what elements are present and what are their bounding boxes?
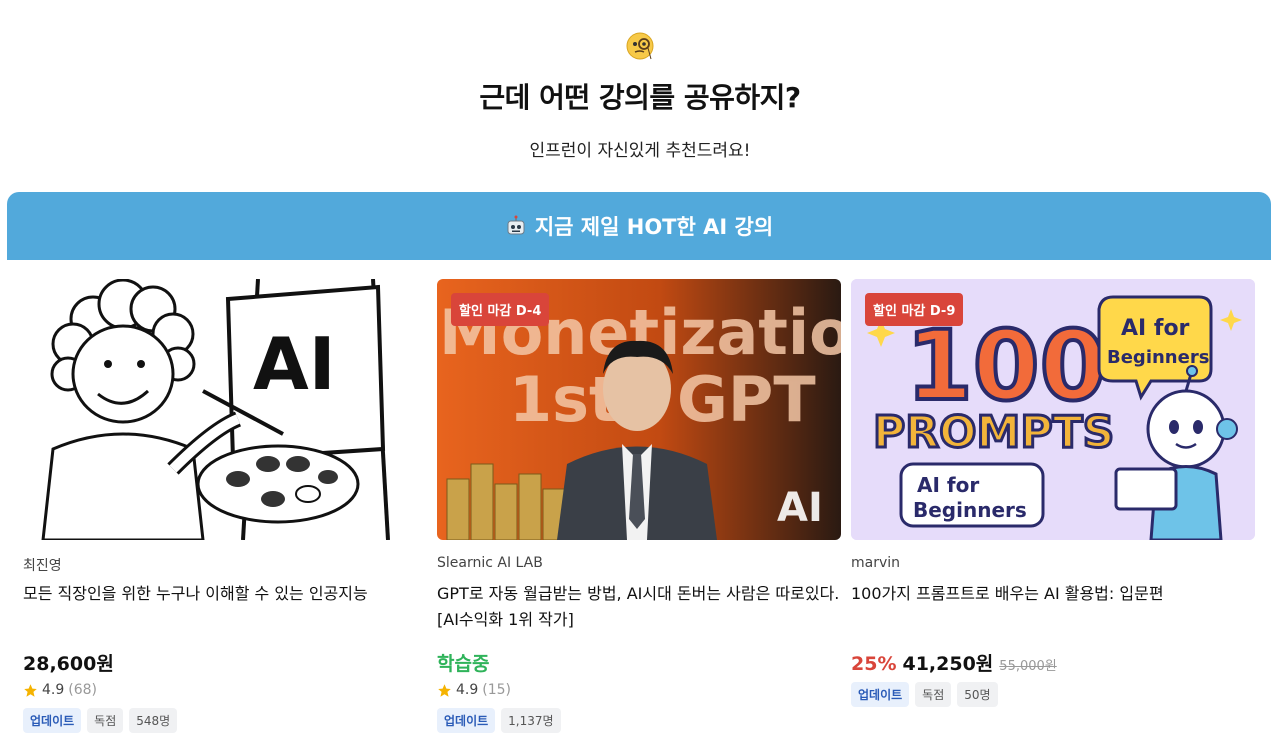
- course-status: 학습중: [437, 653, 490, 675]
- thumb-text-prompts: PROMPTS: [873, 407, 1114, 458]
- tag-students: 50명: [957, 682, 998, 707]
- course-tags: 업데이트 독점 50명: [851, 682, 998, 707]
- star-icon: [24, 683, 37, 697]
- page-subtitle: 인프런이 자신있게 추천드려요!: [529, 141, 751, 161]
- box-text-beginners: Beginners: [913, 498, 1027, 522]
- course-card[interactable]: Monetization 1st GPT AI 할인 마감 D-4 Slearn…: [437, 279, 841, 733]
- discount-deadline-badge: 할인 마감 D-9: [865, 293, 964, 326]
- tag-students: 548명: [129, 708, 178, 733]
- thumb-text-gpt: GPT: [677, 363, 816, 436]
- instructor-name[interactable]: Slearnic AI LAB: [437, 555, 543, 571]
- discount-percent: 25%: [851, 653, 897, 675]
- course-thumbnail[interactable]: Monetization 1st GPT AI 할인 마감 D-4: [437, 279, 841, 540]
- course-card[interactable]: AI 최진영 모든 직장인을 위한 누구나 이해할 수 있는 인공지능 28,6…: [23, 279, 427, 733]
- bubble-text-beginners: Beginners: [1107, 347, 1209, 368]
- course-price: 25% 41,250원 55,000원: [851, 649, 1057, 676]
- sale-price: 41,250원: [902, 653, 994, 675]
- banner-title: 지금 제일 HOT한 AI 강의: [534, 215, 774, 239]
- thumb-text-100: 100: [906, 310, 1106, 422]
- canvas-ai-text: AI: [253, 322, 336, 406]
- thumb-ai-logo: AI: [777, 485, 823, 531]
- tag-update: 업데이트: [851, 682, 910, 707]
- tag-exclusive: 독점: [915, 682, 952, 707]
- robot-icon: [507, 215, 525, 235]
- monocle-face-icon: [626, 32, 654, 60]
- discount-deadline-badge: 할인 마감 D-4: [451, 293, 550, 326]
- ai-painter-illustration: AI: [41, 279, 390, 540]
- review-count: (15): [482, 682, 512, 698]
- tag-exclusive: 독점: [87, 708, 124, 733]
- tag-update: 업데이트: [23, 708, 82, 733]
- section-banner: 지금 제일 HOT한 AI 강의: [7, 192, 1271, 260]
- course-rating: 4.9 (68): [23, 682, 97, 698]
- course-card[interactable]: 100 PROMPTS AI for Beginners AI for Begi…: [851, 279, 1255, 707]
- course-title[interactable]: GPT로 자동 월급받는 방법, AI시대 돈버는 사람은 따로있다. [AI수…: [437, 581, 847, 633]
- course-rating: 4.9 (15): [437, 682, 511, 698]
- tag-students: 1,137명: [501, 708, 561, 733]
- course-tags: 업데이트 1,137명: [437, 708, 561, 733]
- rating-value: 4.9: [42, 682, 65, 698]
- course-thumbnail[interactable]: AI: [23, 279, 427, 540]
- course-title[interactable]: 모든 직장인을 위한 누구나 이해할 수 있는 인공지능: [23, 581, 433, 607]
- course-tags: 업데이트 독점 548명: [23, 708, 178, 733]
- box-text-ai-for: AI for: [917, 473, 979, 497]
- thumb-text-1st: 1st: [509, 363, 619, 436]
- instructor-name[interactable]: marvin: [851, 555, 900, 571]
- rating-value: 4.9: [456, 682, 479, 698]
- page-title: 근데 어떤 강의를 공유하지?: [479, 81, 801, 114]
- tag-update: 업데이트: [437, 708, 496, 733]
- course-thumbnail[interactable]: 100 PROMPTS AI for Beginners AI for Begi…: [851, 279, 1255, 540]
- original-price: 55,000원: [999, 659, 1057, 674]
- instructor-name[interactable]: 최진영: [23, 555, 62, 575]
- course-price: 28,600원: [23, 653, 114, 675]
- course-title[interactable]: 100가지 프롬프트로 배우는 AI 활용법: 입문편: [851, 581, 1261, 607]
- review-count: (68): [68, 682, 98, 698]
- bubble-text-ai-for: AI for: [1121, 316, 1190, 341]
- star-icon: [438, 683, 451, 697]
